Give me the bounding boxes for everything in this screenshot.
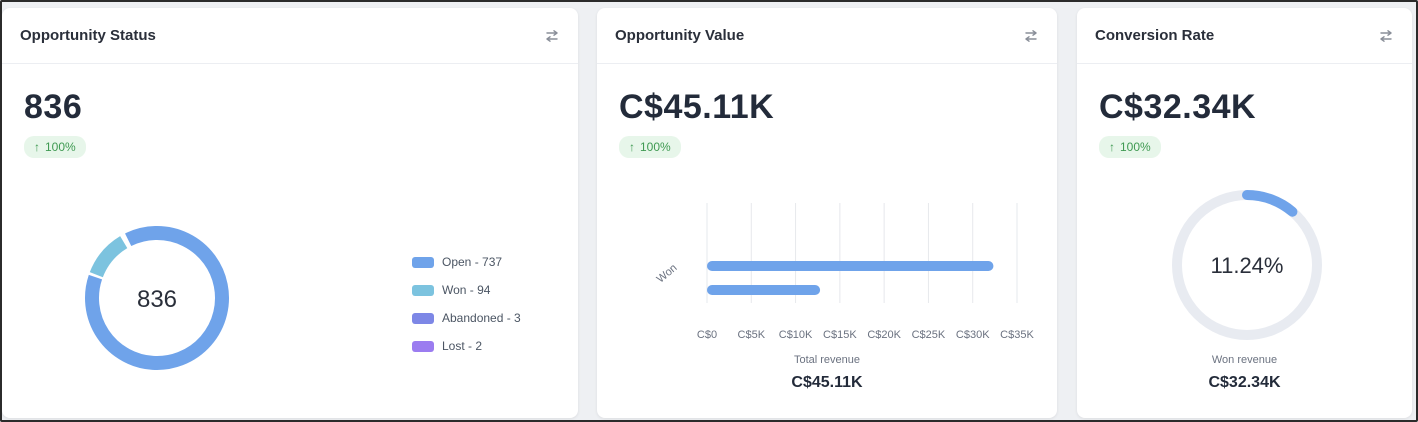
x-tick-label: C$35K [1000, 329, 1034, 341]
bar-won[interactable] [707, 261, 994, 271]
legend-label: Lost - 2 [442, 339, 483, 353]
gauge-fill [1242, 190, 1298, 217]
status-legend: Open - 737 Won - 94 Abandoned - 3 Lost - 2 [412, 248, 521, 360]
opportunity-count: 836 [24, 88, 83, 126]
x-tick-label: C$25K [912, 329, 946, 341]
x-tick-label: C$15K [823, 329, 857, 341]
legend-item[interactable]: Open - 737 [412, 248, 521, 276]
donut-center-label: 836 [137, 286, 177, 313]
opportunity-value-card: Opportunity Value C$45.11K ↑ 100% C$0 C$5… [597, 8, 1057, 418]
x-tick-label: C$0 [697, 329, 717, 341]
card-header: Opportunity Value [597, 8, 1057, 64]
category-label: Won [655, 262, 680, 286]
x-tick-label: C$30K [956, 329, 990, 341]
swap-arrows-icon[interactable] [1023, 29, 1039, 42]
conversion-gauge: 11.24% [1172, 190, 1322, 340]
trend-badge: ↑ 100% [24, 136, 86, 158]
won-revenue-value: C$32.34K [1208, 374, 1281, 391]
conversion-rate-card: Conversion Rate C$32.34K ↑ 100% 11.24% W… [1077, 8, 1412, 418]
revenue-bar-chart: C$0 C$5K C$10K C$15K C$20K C$25K C$30K C$35K Wo… [655, 203, 1034, 341]
legend-label: Open - 737 [442, 255, 503, 269]
x-tick-label: C$20K [867, 329, 901, 341]
legend-label: Abandoned - 3 [442, 311, 521, 325]
legend-swatch [412, 340, 434, 352]
legend-item[interactable]: Abandoned - 3 [412, 304, 521, 332]
opportunity-status-card: Opportunity Status 836 ↑ 100% 836 Open -… [2, 8, 578, 418]
conversion-rate-label: 11.24% [1211, 253, 1284, 278]
legend-item[interactable]: Lost - 2 [412, 332, 521, 360]
legend-swatch [412, 284, 434, 296]
legend-label: Won - 94 [442, 283, 491, 297]
legend-item[interactable]: Won - 94 [412, 276, 521, 304]
chart-caption: Won revenue [1211, 354, 1278, 366]
total-revenue-value: C$45.11K [791, 374, 863, 391]
arrow-up-icon: ↑ [1109, 140, 1115, 154]
trend-value: 100% [1120, 140, 1151, 154]
arrow-up-icon: ↑ [629, 140, 635, 154]
card-title: Opportunity Status [20, 27, 156, 44]
card-title: Conversion Rate [1095, 27, 1215, 44]
card-header: Opportunity Status [2, 8, 578, 64]
opportunity-value: C$45.11K [619, 88, 775, 126]
trend-badge: ↑ 100% [1099, 136, 1161, 158]
card-title: Opportunity Value [615, 27, 745, 44]
legend-swatch [412, 256, 434, 268]
donut-segment-won[interactable] [89, 236, 128, 278]
bar-won[interactable] [707, 285, 821, 295]
x-tick-label: C$10K [779, 329, 813, 341]
card-header: Conversion Rate [1077, 8, 1412, 64]
swap-arrows-icon[interactable] [1378, 29, 1394, 42]
trend-value: 100% [45, 140, 76, 154]
legend-swatch [412, 312, 434, 324]
x-tick-label: C$5K [738, 329, 766, 341]
status-donut-chart: 836 [85, 226, 229, 370]
chart-caption: Total revenue [793, 354, 861, 366]
arrow-up-icon: ↑ [34, 140, 40, 154]
swap-arrows-icon[interactable] [544, 29, 560, 42]
won-revenue-amount: C$32.34K [1099, 88, 1257, 126]
trend-badge: ↑ 100% [619, 136, 681, 158]
trend-value: 100% [640, 140, 671, 154]
